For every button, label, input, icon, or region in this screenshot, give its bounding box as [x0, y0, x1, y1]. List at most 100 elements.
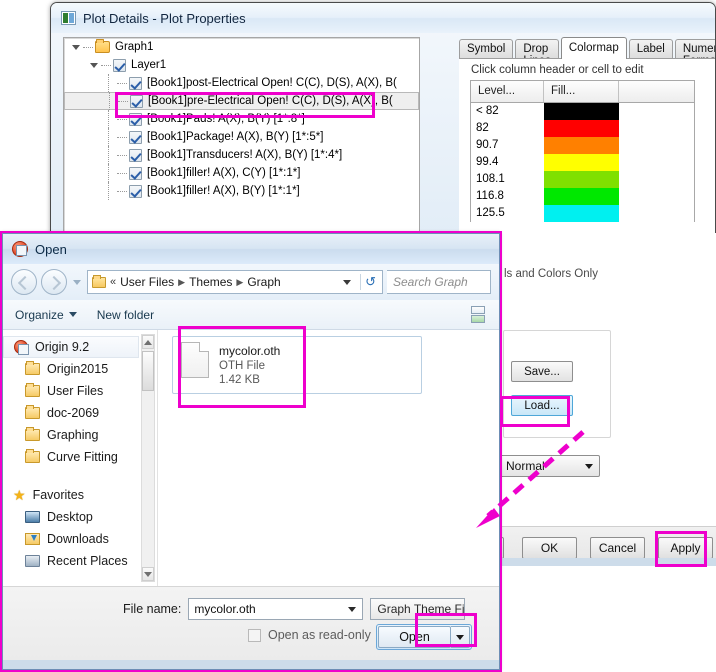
- place-downloads[interactable]: Downloads: [3, 528, 157, 550]
- breadcrumb-overflow[interactable]: «: [110, 276, 116, 288]
- open-button[interactable]: Open: [378, 626, 451, 648]
- tree-item-plot-3[interactable]: [Book1]Package! A(X), B(Y) [1*:5*]: [64, 128, 419, 146]
- tree-checkbox[interactable]: [113, 59, 126, 72]
- file-list-pane[interactable]: mycolor.oth OTH File 1.42 KB: [158, 330, 499, 586]
- tree-checkbox[interactable]: [129, 167, 142, 180]
- tab-symbol[interactable]: Symbol: [459, 39, 513, 59]
- place-doc-2069[interactable]: doc-2069: [3, 402, 157, 424]
- refresh-icon[interactable]: ↺: [360, 274, 380, 290]
- level-cell[interactable]: < 82: [471, 103, 544, 120]
- fill-cell[interactable]: [544, 205, 619, 222]
- tab-colormap[interactable]: Colormap: [561, 37, 627, 59]
- read-only-row[interactable]: Open as read-only: [248, 628, 371, 642]
- tree-checkbox[interactable]: [129, 113, 142, 126]
- colormap-row[interactable]: 99.4: [471, 154, 694, 171]
- level-cell[interactable]: 125.5: [471, 205, 544, 222]
- colormap-row[interactable]: 116.8: [471, 188, 694, 205]
- back-button[interactable]: [11, 269, 37, 295]
- chevron-down-icon[interactable]: [90, 63, 98, 68]
- new-folder-button[interactable]: New folder: [97, 308, 154, 322]
- place-recent-places[interactable]: Recent Places: [3, 550, 157, 572]
- fill-cell[interactable]: [544, 120, 619, 137]
- tree-item-plot-1[interactable]: [Book1]pre-Electrical Open! C(C), D(S), …: [64, 92, 419, 110]
- place-favorites[interactable]: ★ Favorites: [3, 484, 157, 506]
- open-split-button[interactable]: Open: [376, 624, 472, 650]
- breadcrumb-part-0[interactable]: User Files: [120, 275, 174, 289]
- cancel-button[interactable]: Cancel: [590, 537, 645, 559]
- save-button[interactable]: Save...: [511, 361, 573, 382]
- tree-checkbox[interactable]: [129, 149, 142, 162]
- column-header-level[interactable]: Level...: [471, 81, 544, 102]
- forward-button[interactable]: [41, 269, 67, 295]
- tab-drop-lines[interactable]: Drop Lines: [515, 39, 559, 59]
- scrollbar-thumb[interactable]: [142, 351, 154, 391]
- chevron-down-icon[interactable]: [343, 280, 351, 285]
- places-scrollbar[interactable]: [141, 334, 155, 582]
- tree-item-plot-6[interactable]: [Book1]filler! A(X), B(Y) [1*:1*]: [64, 182, 419, 200]
- level-cell[interactable]: 116.8: [471, 188, 544, 205]
- colormap-row[interactable]: < 82: [471, 103, 694, 120]
- colormap-row[interactable]: 90.7: [471, 137, 694, 154]
- open-dialog-footer: File name: mycolor.oth Graph Theme Fil O…: [3, 586, 499, 669]
- place-origin2015[interactable]: Origin2015: [3, 358, 157, 380]
- place-curve-fitting[interactable]: Curve Fitting: [3, 446, 157, 468]
- fill-cell[interactable]: [544, 137, 619, 154]
- fill-cell[interactable]: [544, 188, 619, 205]
- scroll-down-button[interactable]: [142, 567, 154, 581]
- recent-locations-icon[interactable]: [73, 280, 81, 285]
- tree-item-plot-0[interactable]: [Book1]post-Electrical Open! C(C), D(S),…: [64, 74, 419, 92]
- apply-button[interactable]: Apply: [658, 537, 713, 559]
- places-navigation-pane[interactable]: Origin 9.2 Origin2015 User Files doc-206…: [3, 330, 158, 586]
- view-layout-icon[interactable]: [471, 306, 487, 324]
- open-dropdown-arrow[interactable]: [451, 626, 470, 648]
- tree-connector: [117, 173, 127, 174]
- organize-menu[interactable]: Organize: [15, 308, 77, 322]
- fill-cell[interactable]: [544, 154, 619, 171]
- tree-checkbox[interactable]: [129, 185, 142, 198]
- ok-button[interactable]: OK: [522, 537, 577, 559]
- level-cell[interactable]: 82: [471, 120, 544, 137]
- chevron-down-icon[interactable]: [585, 464, 593, 469]
- tree-node-layer1[interactable]: Layer1: [64, 56, 419, 74]
- origin-icon: [14, 340, 28, 354]
- normal-dropdown[interactable]: Normal: [500, 455, 600, 477]
- tree-checkbox[interactable]: [130, 95, 143, 108]
- column-header-fill[interactable]: Fill...: [544, 81, 619, 102]
- chevron-down-icon[interactable]: [72, 45, 80, 50]
- colormap-row[interactable]: 82: [471, 120, 694, 137]
- tree-item-plot-2[interactable]: [Book1]Pads! A(X), B(Y) [1*:8*]: [64, 110, 419, 128]
- breadcrumb[interactable]: « User Files ▶ Themes ▶ Graph ↺: [87, 270, 383, 294]
- place-label: Origin2015: [47, 362, 108, 376]
- breadcrumb-part-1[interactable]: Themes: [189, 275, 232, 289]
- scroll-up-button[interactable]: [142, 335, 154, 349]
- level-cell[interactable]: 108.1: [471, 171, 544, 188]
- tree-item-label: [Book1]Transducers! A(X), B(Y) [1*:4*]: [147, 149, 342, 161]
- colormap-row[interactable]: 125.5: [471, 205, 694, 222]
- plot-tree-panel[interactable]: Graph1 Layer1 [Book1]post-Electrical Ope…: [63, 37, 420, 234]
- colormap-row[interactable]: 108.1: [471, 171, 694, 188]
- place-desktop[interactable]: Desktop: [3, 506, 157, 528]
- place-graphing[interactable]: Graphing: [3, 424, 157, 446]
- file-list-item[interactable]: mycolor.oth OTH File 1.42 KB: [172, 336, 422, 394]
- chevron-down-icon[interactable]: [348, 607, 356, 612]
- level-cell[interactable]: 99.4: [471, 154, 544, 171]
- search-input[interactable]: Search Graph: [387, 270, 491, 294]
- level-cell[interactable]: 90.7: [471, 137, 544, 154]
- file-type-dropdown[interactable]: Graph Theme Fil: [370, 598, 465, 620]
- tree-item-plot-5[interactable]: [Book1]filler! A(X), C(Y) [1*:1*]: [64, 164, 419, 182]
- tree-checkbox[interactable]: [129, 77, 142, 90]
- tree-checkbox[interactable]: [129, 131, 142, 144]
- place-user-files[interactable]: User Files: [3, 380, 157, 402]
- fill-cell[interactable]: [544, 103, 619, 120]
- tree-node-graph1[interactable]: Graph1: [64, 38, 419, 56]
- place-origin-9-2[interactable]: Origin 9.2: [3, 336, 139, 358]
- tab-numeric-formats[interactable]: Numeric Formats: [675, 39, 716, 59]
- load-button[interactable]: Load...: [511, 395, 573, 416]
- tab-label[interactable]: Label: [629, 39, 673, 59]
- colormap-table[interactable]: Level... Fill... < 82 82: [470, 80, 695, 222]
- file-name-input[interactable]: mycolor.oth: [188, 598, 363, 620]
- fill-cell[interactable]: [544, 171, 619, 188]
- read-only-checkbox[interactable]: [248, 629, 261, 642]
- breadcrumb-part-2[interactable]: Graph: [247, 275, 280, 289]
- tree-item-plot-4[interactable]: [Book1]Transducers! A(X), B(Y) [1*:4*]: [64, 146, 419, 164]
